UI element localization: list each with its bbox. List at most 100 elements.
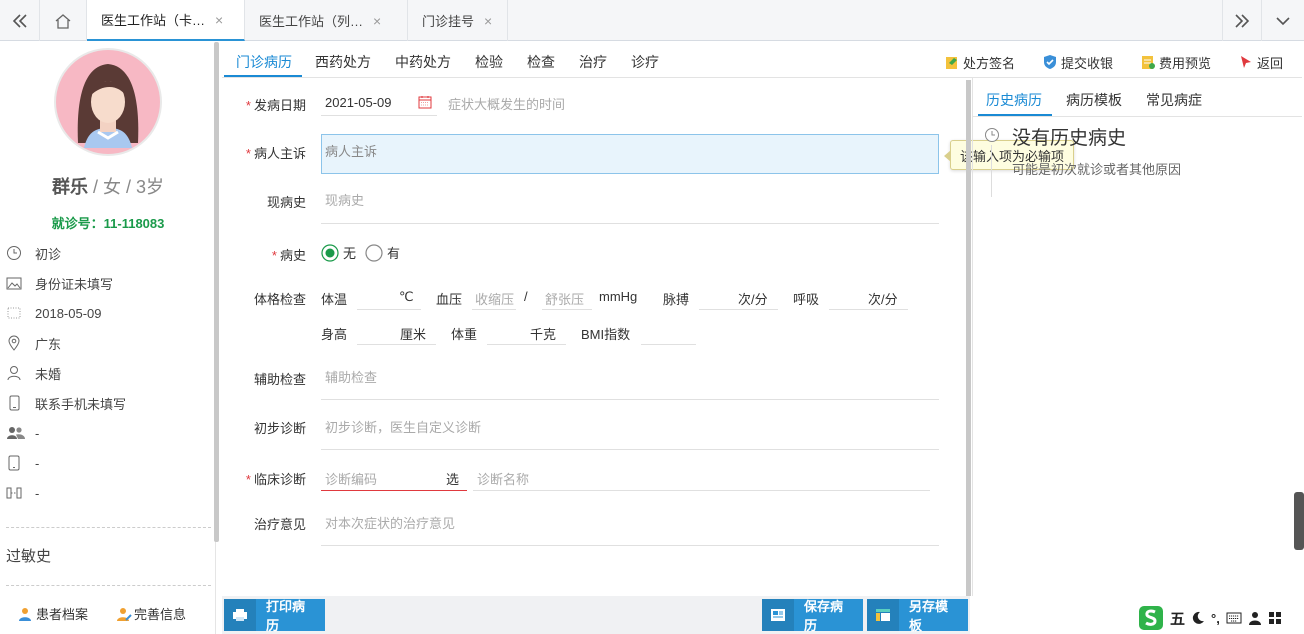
- button-label: 提交收银: [1061, 55, 1114, 71]
- subtab-diagnosis-treatment[interactable]: 诊疗: [631, 52, 659, 72]
- divider: [6, 527, 211, 528]
- close-icon[interactable]: ×: [484, 13, 492, 29]
- sogou-logo-icon: [1139, 606, 1163, 630]
- chief-complaint-input[interactable]: [321, 134, 939, 174]
- home-button[interactable]: [40, 0, 87, 41]
- blood-pressure-label: 血压: [436, 292, 463, 307]
- treatment-advice-label: 治疗意见: [253, 517, 306, 532]
- pulse-label: 脉搏: [663, 292, 690, 307]
- required-star: *: [245, 146, 251, 161]
- required-star: *: [245, 98, 251, 113]
- preliminary-diagnosis-placeholder: 初步诊断，医生自定义诊断: [325, 420, 482, 435]
- submit-cashier-button[interactable]: 提交收银: [1042, 52, 1113, 72]
- radio-unchecked-icon: [365, 243, 383, 262]
- button-label: 另存模板: [909, 599, 949, 633]
- tab-common-diseases[interactable]: 常见病症: [1146, 90, 1202, 110]
- info-contact-phone: -: [6, 453, 211, 473]
- fee-preview-button[interactable]: 费用预览: [1140, 52, 1211, 72]
- info-visit-type: 初诊: [6, 243, 211, 263]
- patient-gender-age: / 女 / 3岁: [87, 177, 165, 197]
- medical-history-label: * 病史: [271, 248, 306, 263]
- tab-doctor-station-list[interactable]: 医生工作站（列… ×: [245, 0, 408, 41]
- calendar-icon[interactable]: [418, 95, 432, 109]
- panel-splitter[interactable]: [966, 80, 971, 596]
- history-option-none[interactable]: 无: [321, 243, 356, 262]
- back-arrow-icon: [1241, 56, 1251, 68]
- button-label: 返回: [1257, 55, 1284, 71]
- scroll-tabs-right-button[interactable]: [1222, 0, 1262, 41]
- double-chevron-right-icon: [1235, 13, 1250, 28]
- rx-sign-button[interactable]: 处方签名: [944, 52, 1015, 72]
- chief-complaint-label: * 病人主诉: [245, 146, 306, 161]
- tab-record-templates[interactable]: 病历模板: [1066, 90, 1122, 110]
- subtab-lab-test[interactable]: 检验: [475, 52, 503, 72]
- tab-menu-button[interactable]: [1262, 0, 1304, 41]
- subtab-western-rx[interactable]: 西药处方: [315, 52, 371, 72]
- close-icon[interactable]: ×: [215, 12, 223, 28]
- info-value: -: [35, 425, 40, 441]
- info-relation: -: [6, 483, 211, 503]
- button-label: 打印病历: [266, 599, 306, 633]
- save-record-button[interactable]: 保存病历: [762, 599, 863, 633]
- subtab-examination[interactable]: 检查: [527, 52, 555, 72]
- button-label: 患者档案: [36, 607, 89, 622]
- subtab-outpatient-record[interactable]: 门诊病历: [236, 52, 292, 72]
- user-icon: [1248, 612, 1261, 625]
- preliminary-diagnosis-label: 初步诊断: [253, 421, 306, 436]
- respiration-label: 呼吸: [793, 292, 820, 307]
- double-chevron-left-icon: [12, 13, 27, 28]
- info-value: 联系手机未填写: [35, 396, 127, 412]
- tab-doctor-station-card[interactable]: 医生工作站（卡… ×: [87, 0, 245, 41]
- mobile-phone-icon: [9, 395, 20, 411]
- button-label: 费用预览: [1159, 55, 1212, 71]
- bmi-input[interactable]: [641, 317, 696, 345]
- bmi-label: BMI指数: [581, 327, 631, 342]
- onset-date-value: 2021-05-09: [325, 95, 392, 110]
- weight-label: 体重: [451, 327, 478, 342]
- collapse-left-button[interactable]: [0, 0, 40, 41]
- grid-icon: [1268, 612, 1281, 624]
- image-icon: [6, 277, 22, 290]
- systolic-placeholder: 收缩压: [475, 292, 515, 307]
- back-button[interactable]: 返回: [1238, 52, 1283, 72]
- present-illness-input[interactable]: [321, 184, 939, 224]
- patient-archive-button[interactable]: 患者档案: [18, 604, 88, 623]
- ime-punct-icon: °,: [1211, 610, 1220, 626]
- info-location: 广东: [6, 333, 211, 353]
- shield-check-icon: [1044, 55, 1056, 69]
- diagnosis-select-button[interactable]: 选: [446, 469, 459, 488]
- template-icon: [876, 609, 890, 621]
- patient-panel-scrollbar[interactable]: [214, 42, 219, 542]
- printer-icon: [233, 609, 247, 621]
- save-as-template-button[interactable]: 另存模板: [867, 599, 968, 633]
- info-phone: 联系手机未填写: [6, 393, 211, 413]
- radio-checked-icon: [321, 243, 339, 262]
- subtab-chinese-rx[interactable]: 中药处方: [395, 52, 451, 72]
- relation-icon: [6, 487, 22, 499]
- timeline-clock-icon: [984, 127, 1000, 143]
- diagnosis-code-placeholder: 诊断编码: [325, 472, 378, 487]
- print-record-button[interactable]: 打印病历: [224, 599, 325, 633]
- diagnosis-name-input[interactable]: [473, 462, 930, 491]
- tab-label: 门诊挂号: [422, 14, 475, 29]
- button-label: 处方签名: [963, 55, 1016, 71]
- patient-name: 群乐: [51, 177, 88, 197]
- ime-toolbar[interactable]: 五 °,: [1138, 604, 1304, 632]
- history-option-yes[interactable]: 有: [365, 243, 400, 262]
- ime-mode-label: 五: [1170, 610, 1186, 628]
- clinical-diagnosis-label: * 临床诊断: [245, 472, 306, 487]
- temperature-unit: ℃: [399, 289, 414, 304]
- auxiliary-exam-label: 辅助检查: [253, 372, 306, 387]
- allergy-history-title: 过敏史: [6, 548, 52, 565]
- visit-number: 就诊号：11-118083: [51, 216, 165, 231]
- auxiliary-exam-input[interactable]: [321, 360, 939, 400]
- tab-history-records[interactable]: 历史病历: [986, 90, 1042, 110]
- side-handle[interactable]: [1294, 492, 1304, 550]
- required-star: *: [245, 472, 251, 487]
- tab-registration[interactable]: 门诊挂号 ×: [408, 0, 508, 41]
- complete-info-button[interactable]: 完善信息: [116, 604, 186, 623]
- close-icon[interactable]: ×: [373, 13, 381, 29]
- sign-icon: [946, 57, 957, 69]
- bp-unit: mmHg: [599, 289, 638, 304]
- subtab-treatment[interactable]: 治疗: [579, 52, 607, 72]
